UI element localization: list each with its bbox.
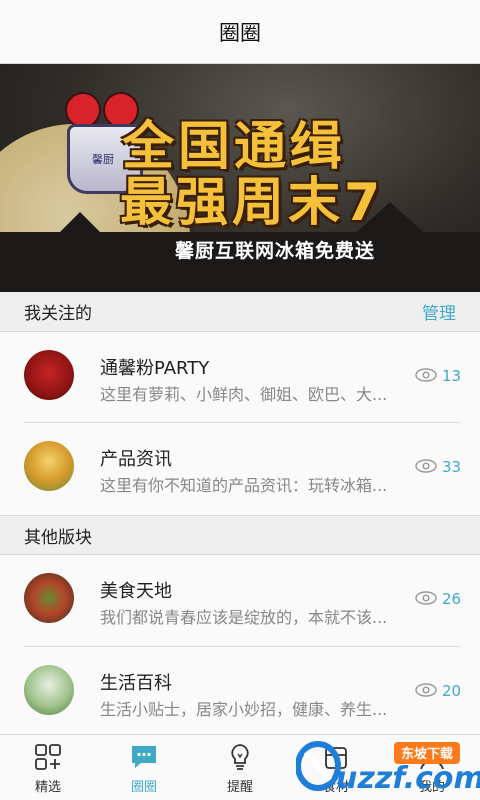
list-item[interactable]: 产品资讯 这里有你不知道的产品资讯：玩转冰箱... 33 bbox=[0, 423, 480, 515]
list-item[interactable]: 美食天地 我们都说青春应该是绽放的，本就不该... 26 bbox=[0, 555, 480, 647]
board-description: 这里有你不知道的产品资讯：玩转冰箱... bbox=[100, 476, 388, 495]
tab-label: 圈圈 bbox=[130, 780, 157, 795]
tab-label: 提醒 bbox=[226, 780, 253, 795]
section-label: 其他版块 bbox=[24, 527, 92, 548]
tab-label: 精选 bbox=[34, 780, 61, 795]
tab-circles[interactable]: 圈圈 bbox=[96, 735, 192, 800]
banner-subtitle: 馨厨互联网冰箱免费送 bbox=[175, 240, 376, 262]
avatar bbox=[24, 573, 74, 623]
board-name: 美食天地 bbox=[100, 581, 172, 602]
avatar bbox=[24, 441, 74, 491]
tab-featured[interactable]: 精选 bbox=[0, 735, 96, 800]
heart-icon bbox=[65, 92, 101, 128]
section-header-followed: 我关注的 管理 bbox=[0, 292, 480, 332]
section-header-others: 其他版块 bbox=[0, 515, 480, 555]
page-title: 圈圈 bbox=[219, 20, 261, 45]
board-name: 通馨粉PARTY bbox=[100, 358, 210, 379]
eye-icon bbox=[415, 683, 437, 697]
banner-headline-line2: 最强周末7 bbox=[120, 173, 385, 233]
uzzf-watermark-logo: 东坡下载 uzzf.com bbox=[296, 741, 480, 796]
view-count: 33 bbox=[442, 458, 462, 476]
list-item[interactable]: 通馨粉PARTY 这里有萝莉、小鲜肉、御姐、欧巴、大... 13 bbox=[0, 332, 480, 424]
manage-button[interactable]: 管理 bbox=[422, 299, 456, 324]
board-description: 生活小贴士，居家小妙招，健康、养生... bbox=[100, 700, 388, 719]
board-name: 生活百科 bbox=[100, 673, 172, 694]
section-label: 我关注的 bbox=[24, 304, 92, 324]
banner-headline: 全国通缉 最强周末7 bbox=[120, 117, 385, 233]
eye-icon bbox=[415, 459, 437, 473]
view-count: 20 bbox=[442, 682, 462, 700]
list-item[interactable]: 生活百科 生活小贴士，居家小妙招，健康、养生... 20 bbox=[0, 647, 480, 739]
view-count: 26 bbox=[442, 590, 462, 608]
grid-icon bbox=[35, 744, 61, 770]
avatar bbox=[24, 665, 74, 715]
bulb-icon bbox=[231, 744, 249, 770]
avatar bbox=[24, 350, 74, 400]
banner-headline-line1: 全国通缉 bbox=[122, 117, 347, 177]
watermark-brand: uzzf.com bbox=[336, 761, 480, 796]
view-count: 13 bbox=[442, 367, 462, 385]
mascot-label: 馨厨 bbox=[92, 153, 114, 166]
tab-reminders[interactable]: 提醒 bbox=[192, 735, 288, 800]
chat-bubble-icon bbox=[132, 746, 156, 768]
title-bar: 圈圈 bbox=[0, 0, 480, 64]
board-description: 我们都说青春应该是绽放的，本就不该... bbox=[100, 608, 388, 627]
eye-icon bbox=[415, 368, 437, 382]
promo-banner[interactable]: 馨厨 全国通缉 最强周末7 馨厨互联网冰箱免费送 bbox=[0, 64, 480, 292]
watermark-tag: 东坡下载 bbox=[401, 746, 453, 762]
eye-icon bbox=[415, 591, 437, 605]
board-name: 产品资讯 bbox=[100, 449, 172, 470]
board-description: 这里有萝莉、小鲜肉、御姐、欧巴、大... bbox=[100, 385, 388, 404]
